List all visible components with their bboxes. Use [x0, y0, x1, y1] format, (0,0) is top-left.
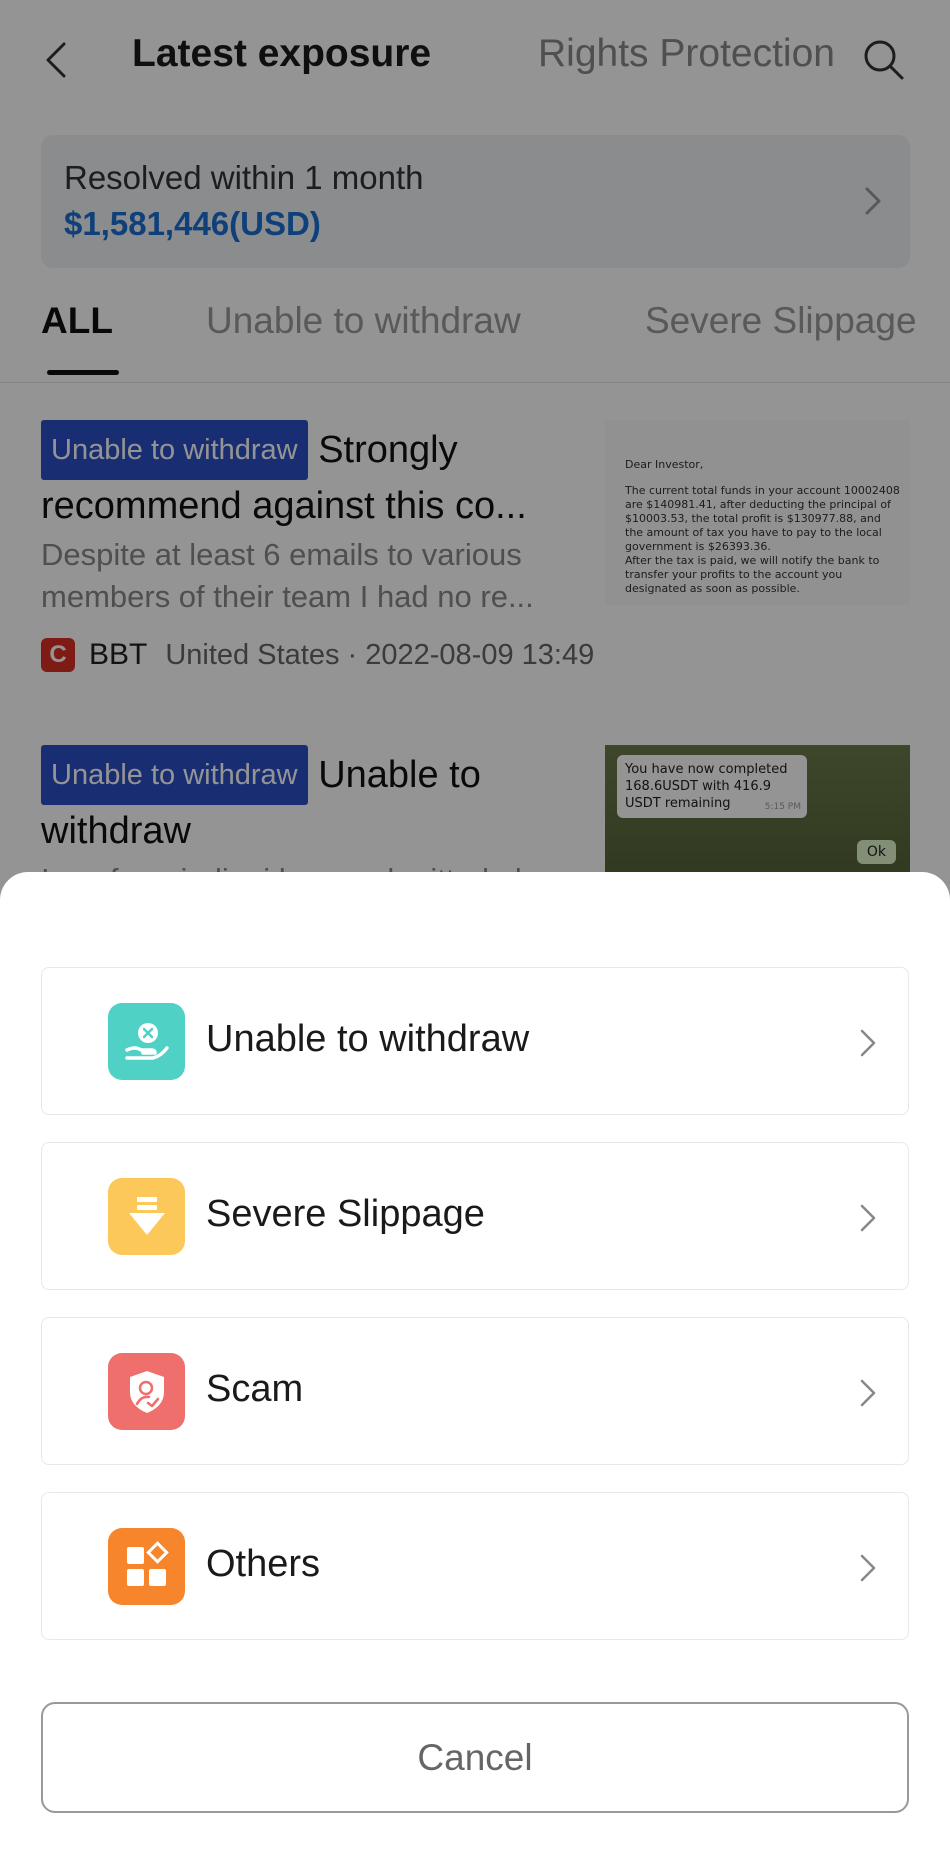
shield-user-icon [108, 1353, 185, 1430]
option-severe-slippage[interactable]: Severe Slippage [41, 1142, 909, 1290]
hand-cross-icon [108, 1003, 185, 1080]
cancel-button[interactable]: Cancel [41, 1702, 909, 1813]
option-label: Severe Slippage [206, 1193, 485, 1235]
chevron-right-icon [860, 1554, 876, 1582]
chevron-right-icon [860, 1029, 876, 1057]
chevron-right-icon [860, 1204, 876, 1232]
chevron-right-icon [860, 1379, 876, 1407]
option-label: Unable to withdraw [206, 1018, 530, 1060]
option-label: Scam [206, 1368, 304, 1410]
category-picker-sheet: Unable to withdraw Severe Slippage Scam … [0, 872, 950, 1861]
option-label: Others [206, 1543, 321, 1585]
arrow-down-icon [108, 1178, 185, 1255]
option-others[interactable]: Others [41, 1492, 909, 1640]
grid-diamond-icon [108, 1528, 185, 1605]
option-unable-to-withdraw[interactable]: Unable to withdraw [41, 967, 909, 1115]
option-scam[interactable]: Scam [41, 1317, 909, 1465]
